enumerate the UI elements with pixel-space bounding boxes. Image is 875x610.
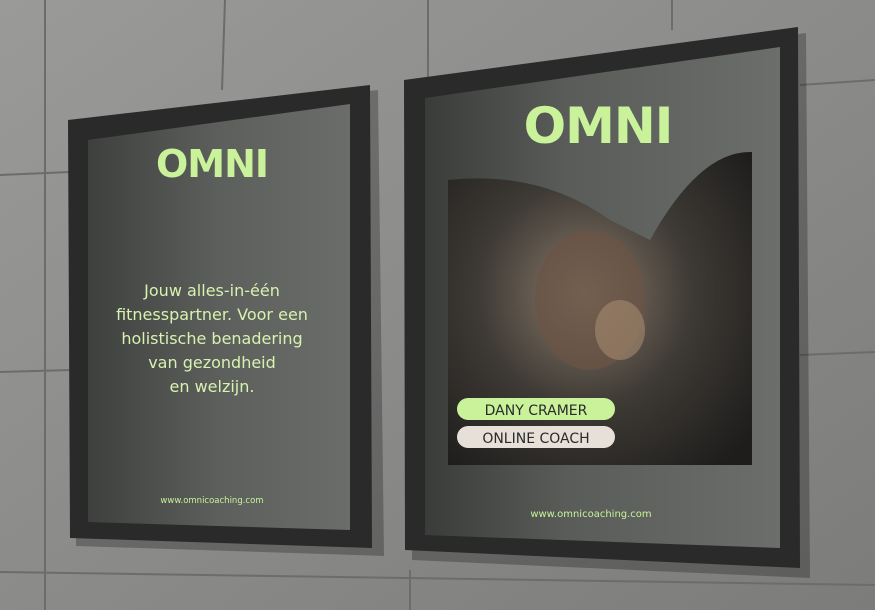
tagline-line: van gezondheid <box>148 353 276 372</box>
omni-logo-right: OMNI <box>524 97 673 155</box>
tagline-line: holistische benadering <box>121 329 302 348</box>
scene-svg: OMNI Jouw alles-in-één fitnesspartner. V… <box>0 0 875 610</box>
coach-role: ONLINE COACH <box>482 431 589 447</box>
left-poster-frame: OMNI Jouw alles-in-één fitnesspartner. V… <box>68 85 372 548</box>
tagline-line: fitnesspartner. Voor een <box>116 305 308 324</box>
right-poster-frame: OMNI DANY CRAMER ONLINE COACH www.omnico… <box>404 27 800 568</box>
role-pill: ONLINE COACH <box>457 426 615 448</box>
left-url: www.omnicoaching.com <box>160 496 263 506</box>
coach-name: DANY CRAMER <box>485 403 588 419</box>
tagline-line: Jouw alles-in-één <box>143 281 280 300</box>
right-url: www.omnicoaching.com <box>530 509 651 520</box>
tagline-line: en welzijn. <box>170 377 255 396</box>
omni-logo-left: OMNI <box>156 142 268 186</box>
name-pill: DANY CRAMER <box>457 398 615 420</box>
poster-mockup-scene: OMNI Jouw alles-in-één fitnesspartner. V… <box>0 0 875 610</box>
